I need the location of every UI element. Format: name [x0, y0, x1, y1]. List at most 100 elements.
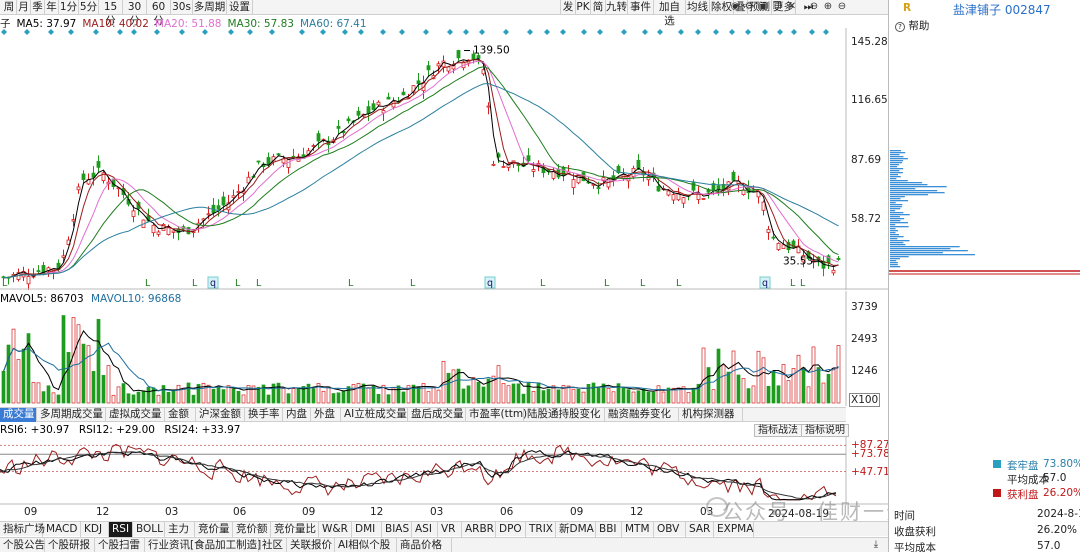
- info-tab-4[interactable]: 社区: [259, 538, 287, 552]
- tool-button-0[interactable]: 发: [560, 0, 575, 15]
- indicator-button-19[interactable]: MTM: [622, 522, 654, 537]
- indicator-tab-13[interactable]: 机构探测器: [679, 408, 743, 422]
- indicator-button-1[interactable]: MACD: [43, 522, 81, 537]
- indicator-tab-10[interactable]: 市盈率(ttm): [466, 408, 527, 422]
- copy-icon[interactable]: ❐: [771, 1, 783, 13]
- period-button-10[interactable]: 多周期: [193, 0, 227, 15]
- lock-icon[interactable]: ▣: [757, 1, 769, 13]
- indicator-button-21[interactable]: SAR: [686, 522, 714, 537]
- tool-button-2[interactable]: 简: [590, 0, 605, 15]
- info-tab-1[interactable]: 个股研报: [45, 538, 95, 552]
- indicator-button-3[interactable]: RSI: [109, 522, 133, 537]
- rsi-axis-label: +47.71: [851, 465, 890, 478]
- indicator-button-12[interactable]: ASI: [412, 522, 438, 537]
- period-button-6[interactable]: 15分: [99, 0, 123, 27]
- close-icon[interactable]: ✕: [786, 1, 798, 13]
- period-button-11[interactable]: 设置: [227, 0, 253, 15]
- period-button-4[interactable]: 1分: [59, 0, 79, 15]
- tool-button-5[interactable]: 加自选: [653, 0, 685, 27]
- indicator-button-14[interactable]: ARBR: [462, 522, 496, 537]
- volume-bar: [716, 348, 721, 404]
- info-tab-2[interactable]: 个股扫雷: [95, 538, 145, 552]
- chip-bar: [890, 222, 908, 224]
- indicator-button-16[interactable]: TRIX: [526, 522, 556, 537]
- indicator-button-15[interactable]: DPO: [496, 522, 526, 537]
- volume-bar: [431, 386, 436, 404]
- indicator-tab-0[interactable]: 成交量: [0, 408, 37, 422]
- indicator-tab-11[interactable]: 陆股通持股变化: [524, 408, 605, 422]
- tool-button-4[interactable]: 事件: [627, 0, 653, 15]
- indicator-button-2[interactable]: KDJ: [81, 522, 109, 537]
- indicator-button-9[interactable]: W&R: [319, 522, 352, 537]
- indicator-tab-7[interactable]: 外盘: [311, 408, 341, 422]
- indicator-button-6[interactable]: 竞价量: [195, 522, 233, 537]
- chip-row-value: 26.20%: [1037, 524, 1078, 536]
- info-tab-6[interactable]: AI相似个股: [335, 538, 397, 552]
- indicator-button-4[interactable]: BOLL: [133, 522, 165, 537]
- chip-bar: [890, 170, 900, 172]
- indicator-button-20[interactable]: OBV: [654, 522, 686, 537]
- eye-icon[interactable]: ◉: [729, 1, 741, 13]
- indicator-tab-9[interactable]: 盘后成交量: [408, 408, 466, 422]
- tool-button-1[interactable]: PK: [575, 0, 590, 15]
- rsi12-line: [0, 450, 837, 501]
- chip-bar: [890, 254, 975, 256]
- volume-bar: [51, 392, 56, 404]
- indicator-tab-1[interactable]: 多周期成交量: [37, 408, 106, 422]
- indicator-tab-8[interactable]: AI立桩成交量: [341, 408, 408, 422]
- volume-bar: [256, 386, 261, 404]
- volume-bar: [466, 385, 471, 404]
- indicator-button-17[interactable]: 新DMA: [556, 522, 596, 537]
- volume-bar: [481, 386, 486, 404]
- indicator-button-18[interactable]: BBI: [596, 522, 622, 537]
- indicator-tab-3[interactable]: 金额: [165, 408, 196, 422]
- indicator-button-7[interactable]: 竞价额: [233, 522, 271, 537]
- indicator-button-8[interactable]: 竞价量比: [271, 522, 319, 537]
- indicator-button-5[interactable]: 主力: [165, 522, 195, 537]
- candle: [161, 223, 166, 231]
- rsi-legend: RSI6: +30.97 RSI12: +29.00 RSI24: +33.97: [0, 424, 246, 436]
- period-button-7[interactable]: 30分: [123, 0, 147, 27]
- zoom-out-icon[interactable]: ⊖: [808, 1, 820, 13]
- stock-title: 盐津铺子 002847: [953, 3, 1051, 17]
- chip-bar: [890, 160, 904, 162]
- indicator-tab-2[interactable]: 虚拟成交量: [106, 408, 165, 422]
- chip-bar: [890, 230, 898, 232]
- chip-row-label: 套牢盘: [1007, 460, 1039, 472]
- period-button-0[interactable]: 周: [2, 0, 17, 15]
- period-button-8[interactable]: 60分: [147, 0, 171, 27]
- indicator-strategy-button[interactable]: 指标战法: [754, 424, 802, 437]
- chip-bar: [890, 150, 902, 152]
- settings-icon[interactable]: ⚙: [743, 1, 755, 13]
- indicator-button-13[interactable]: VR: [438, 522, 462, 537]
- volume-bar: [501, 383, 506, 404]
- info-tab-3[interactable]: 行业资讯[食品加工制造]: [145, 538, 261, 552]
- legend-swatch-icon: [993, 489, 1001, 497]
- info-tab-0[interactable]: 个股公告: [0, 538, 45, 552]
- indicator-tab-4[interactable]: 沪深金额: [196, 408, 245, 422]
- volume-bar: [231, 388, 236, 404]
- info-tab-7[interactable]: 商品价格: [397, 538, 452, 552]
- indicator-tab-6[interactable]: 内盘: [283, 408, 311, 422]
- period-button-9[interactable]: 30s: [171, 0, 193, 15]
- indicator-button-10[interactable]: DMI: [352, 522, 382, 537]
- volume-bar: [41, 391, 46, 404]
- tool-button-3[interactable]: 九转: [605, 0, 627, 15]
- indicator-tab-12[interactable]: 融资融券变化: [605, 408, 679, 422]
- zoom-in-icon[interactable]: ⊕: [822, 1, 834, 13]
- chip-bars: [890, 150, 975, 268]
- download-icon[interactable]: ⤓: [870, 539, 882, 551]
- panel-tag: R: [903, 2, 912, 14]
- period-button-5[interactable]: 5分: [79, 0, 99, 15]
- indicator-button-11[interactable]: BIAS: [382, 522, 412, 537]
- indicator-tab-5[interactable]: 换手率: [245, 408, 283, 422]
- info-tab-5[interactable]: 关联报价: [287, 538, 335, 552]
- period-button-1[interactable]: 月: [17, 0, 31, 15]
- period-button-3[interactable]: 年: [45, 0, 59, 15]
- tool-button-6[interactable]: 均线: [685, 0, 709, 15]
- indicator-help-button[interactable]: 指标说明: [801, 424, 849, 437]
- minimize-icon[interactable]: ⊖: [836, 1, 848, 13]
- volume-bar: [136, 391, 141, 404]
- indicator-button-0[interactable]: 指标广场: [0, 522, 45, 537]
- period-button-2[interactable]: 季: [31, 0, 45, 15]
